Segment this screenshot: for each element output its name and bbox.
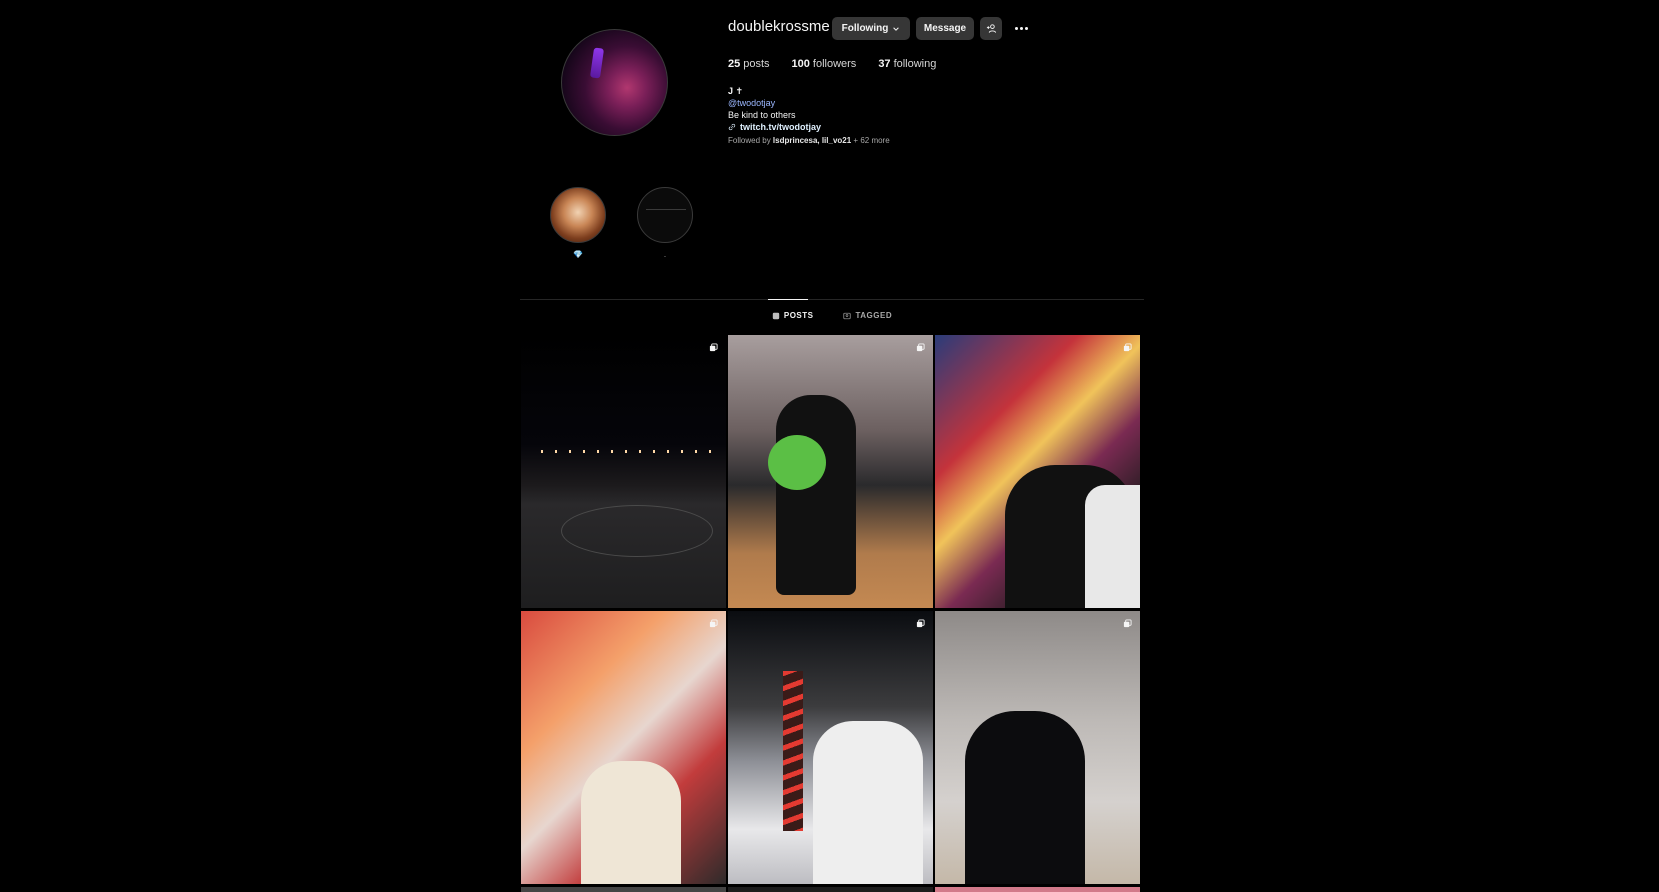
chevron-down-icon	[893, 26, 900, 31]
photo-detail	[541, 450, 711, 453]
post-tile[interactable]	[521, 335, 726, 608]
photo-detail	[1085, 485, 1140, 608]
post-tile[interactable]	[728, 611, 933, 884]
posts-stat: 25 posts	[728, 58, 770, 70]
followers-label: followers	[812, 58, 857, 70]
tab-posts-label: POSTS	[783, 311, 814, 320]
photo-detail	[776, 395, 856, 595]
photo-detail	[965, 711, 1085, 884]
post-tile[interactable]	[728, 335, 933, 608]
followed-by-names: lsdprincesa, lil_vo21	[772, 136, 852, 145]
following-count: 37	[878, 58, 891, 70]
story-highlight-2-label: .	[663, 250, 667, 259]
more-dots-icon[interactable]	[1010, 17, 1032, 39]
bio-text: Be kind to others	[728, 110, 796, 120]
photo-detail	[581, 761, 681, 884]
profile-tabs: POSTS TAGGED	[520, 311, 1144, 320]
carousel-icon	[709, 343, 718, 352]
posts-count: 25	[728, 58, 741, 70]
profile-avatar[interactable]	[561, 29, 668, 136]
post-tile[interactable]	[935, 611, 1140, 884]
grid-icon	[772, 312, 780, 319]
photo-detail	[768, 435, 826, 490]
followed-by-prefix: Followed by	[728, 136, 771, 145]
active-tab-indicator	[768, 299, 808, 300]
carousel-icon	[916, 343, 925, 352]
highlight-thumbnail-detail	[646, 209, 686, 218]
story-highlight-1-label: 💎	[573, 250, 583, 259]
photo-detail	[561, 505, 713, 557]
followers-count: 100	[791, 58, 810, 70]
following-stat[interactable]: 37 following	[878, 58, 936, 70]
profile-bio: J ✝ @twodotjay Be kind to others twitch.…	[728, 85, 821, 133]
post-tile[interactable]	[521, 611, 726, 884]
tab-tagged-label: TAGGED	[855, 311, 893, 320]
story-highlight-2[interactable]	[637, 187, 693, 243]
bio-external-link[interactable]: twitch.tv/twodotjay	[728, 121, 821, 133]
followers-stat[interactable]: 100 followers	[792, 58, 857, 70]
person-plus-icon	[986, 24, 996, 33]
followed-by-suffix: + 62 more	[853, 136, 890, 145]
bio-name: J ✝	[728, 86, 744, 96]
profile-username: doublekrossme	[728, 18, 830, 35]
followed-by[interactable]: Followed by lsdprincesa, lil_vo21 + 62 m…	[728, 136, 890, 145]
suggest-user-button[interactable]	[980, 17, 1002, 40]
profile-page: doublekrossme Following Message 25 posts …	[520, 0, 1144, 892]
carousel-icon	[1123, 619, 1132, 628]
carousel-icon	[709, 619, 718, 628]
carousel-icon	[916, 619, 925, 628]
carousel-icon	[1123, 343, 1132, 352]
posts-grid	[521, 335, 1141, 892]
posts-label: posts	[743, 58, 770, 70]
following-button[interactable]: Following	[832, 17, 910, 40]
tabs-divider	[520, 299, 1144, 300]
photo-detail	[813, 721, 923, 884]
tag-icon	[843, 312, 852, 319]
following-label: following	[893, 58, 937, 70]
message-button[interactable]: Message	[916, 17, 974, 40]
link-icon	[728, 123, 736, 131]
avatar-photo-detail	[589, 47, 605, 79]
photo-detail	[783, 671, 803, 831]
bio-mention-link[interactable]: @twodotjay	[728, 97, 821, 109]
tab-posts[interactable]: POSTS	[772, 311, 814, 320]
tab-tagged[interactable]: TAGGED	[843, 311, 892, 320]
bio-link-text: twitch.tv/twodotjay	[740, 122, 821, 132]
profile-stats: 25 posts 100 followers 37 following	[728, 58, 958, 70]
following-button-label: Following	[841, 23, 889, 34]
story-highlight-1[interactable]	[550, 187, 606, 243]
post-tile[interactable]	[935, 335, 1140, 608]
